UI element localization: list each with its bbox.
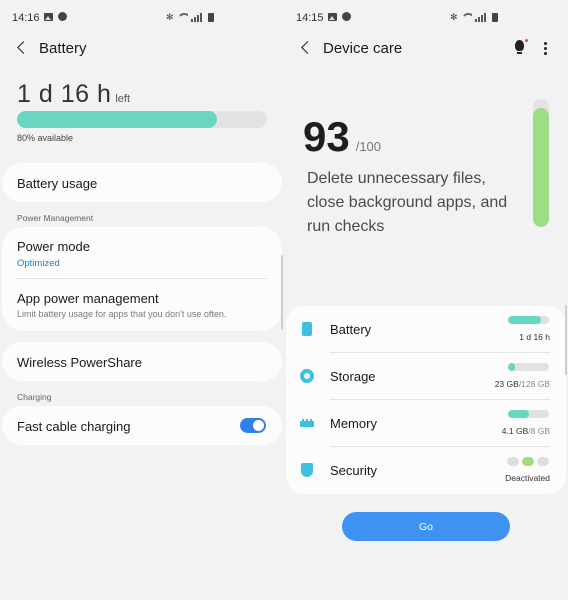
score-value: 93	[303, 113, 350, 160]
security-row-label: Security	[330, 463, 377, 478]
more-options-icon[interactable]	[535, 38, 555, 58]
battery-status-icon	[491, 13, 498, 22]
battery-icon	[302, 322, 312, 336]
storage-used: 23 GB	[494, 379, 519, 389]
fast-cable-charging-toggle[interactable]	[240, 418, 266, 433]
score-bar	[533, 99, 549, 227]
charging-header: Charging	[17, 392, 52, 402]
storage-row-bar	[508, 363, 549, 371]
battery-row-label: Battery	[330, 322, 372, 337]
storage-row-bar-fill	[508, 363, 516, 371]
memory-row-value: 4.1 GB/8 GB	[502, 426, 550, 436]
go-button[interactable]: Go	[342, 512, 510, 541]
storage-row[interactable]: Storage 23 GB/128 GB	[286, 353, 566, 400]
app-bar: Device care	[284, 38, 568, 60]
status-bar: 14:15 ✻	[296, 10, 556, 26]
toggle-knob	[253, 420, 264, 431]
battery-level-fill	[17, 111, 217, 128]
page-title: Battery	[39, 40, 87, 57]
page-title: Device care	[323, 40, 403, 57]
time-remaining: 1 d 16 h left	[17, 80, 130, 109]
wireless-powershare-item[interactable]: Wireless PowerShare	[17, 355, 267, 370]
scrollbar[interactable]	[565, 305, 567, 375]
divider	[17, 278, 267, 279]
notification-dot	[525, 39, 528, 42]
time-remaining-suffix: left	[115, 93, 131, 105]
wifi-icon	[460, 12, 472, 22]
gallery-notification-icon	[44, 12, 53, 21]
memory-row-bar	[508, 410, 549, 418]
app-power-management-label: App power management	[17, 291, 159, 306]
battery-row-bar	[508, 316, 549, 324]
storage-row-value: 23 GB/128 GB	[495, 379, 550, 389]
device-care-card: Battery 1 d 16 h Storage 23 GB/128 GB Me…	[286, 306, 566, 494]
wifi-icon	[176, 12, 188, 22]
signal-icon	[474, 13, 486, 22]
status-time: 14:15	[296, 12, 324, 24]
score-bar-fill	[533, 107, 549, 227]
power-mode-value: Optimized	[17, 258, 60, 269]
charging-card: Fast cable charging	[2, 406, 282, 445]
battery-status-icon	[207, 13, 214, 22]
storage-row-label: Storage	[330, 369, 376, 384]
power-management-card: Power mode Optimized App power managemen…	[2, 227, 282, 331]
device-care-screen: 14:15 ✻ Device care 93 /100 Delete unnec…	[284, 0, 568, 600]
app-notification-icon	[342, 12, 351, 21]
gallery-notification-icon	[328, 12, 337, 21]
back-arrow-icon[interactable]	[14, 38, 30, 58]
app-notification-icon	[58, 12, 67, 21]
wireless-powershare-label: Wireless PowerShare	[17, 355, 142, 370]
status-time: 14:16	[12, 12, 40, 24]
scrollbar[interactable]	[281, 255, 283, 330]
bluetooth-icon: ✻	[450, 12, 458, 22]
power-mode-label: Power mode	[17, 239, 90, 254]
fast-cable-charging-label: Fast cable charging	[17, 419, 131, 434]
battery-row-bar-fill	[508, 316, 541, 324]
optimize-description: Delete unnecessary files, close backgrou…	[307, 170, 508, 235]
fast-cable-charging-item[interactable]: Fast cable charging	[17, 419, 267, 434]
memory-row[interactable]: Memory 4.1 GB/8 GB	[286, 400, 566, 447]
battery-screen: 14:16 ✻ Battery 1 d 16 h left 80% availa…	[0, 0, 284, 600]
security-status-dot	[507, 457, 519, 466]
battery-usage-label: Battery usage	[17, 176, 98, 191]
score-max: /100	[355, 139, 382, 154]
battery-level-bar	[17, 111, 267, 128]
memory-total: /8 GB	[528, 426, 550, 436]
security-status-text: Deactivated	[505, 473, 550, 483]
time-remaining-value: 1 d 16 h	[17, 80, 112, 108]
wireless-powershare-card: Wireless PowerShare	[2, 342, 282, 381]
security-row-value: Deactivated	[505, 473, 550, 483]
app-power-management-item[interactable]: App power management Limit battery usage…	[17, 291, 267, 319]
memory-icon	[300, 419, 314, 427]
security-status-dot	[537, 457, 549, 466]
battery-usage-card: Battery usage	[2, 163, 282, 202]
bluetooth-icon: ✻	[166, 12, 174, 22]
battery-available-label: 80% available	[17, 133, 74, 143]
security-status-dots	[507, 457, 549, 466]
power-management-header: Power Management	[17, 213, 94, 223]
storage-total: /128 GB	[518, 379, 550, 389]
security-status-dot	[522, 457, 534, 466]
back-arrow-icon[interactable]	[298, 38, 314, 58]
battery-usage-item[interactable]: Battery usage	[17, 176, 267, 191]
app-power-management-description: Limit battery usage for apps that you do…	[17, 309, 227, 319]
battery-row[interactable]: Battery 1 d 16 h	[286, 306, 566, 353]
battery-row-value: 1 d 16 h	[519, 332, 550, 342]
security-row[interactable]: Security Deactivated	[286, 447, 566, 494]
memory-row-label: Memory	[330, 416, 377, 431]
status-bar: 14:16 ✻	[12, 10, 272, 26]
security-shield-icon	[301, 463, 313, 477]
memory-used: 4.1 GB	[501, 426, 529, 436]
signal-icon	[190, 13, 202, 22]
tips-lightbulb-icon[interactable]	[510, 38, 530, 58]
app-bar: Battery	[0, 38, 284, 60]
device-score: 93 /100	[303, 113, 381, 161]
power-mode-item[interactable]: Power mode Optimized	[17, 239, 267, 269]
battery-row-value-text: 1 d 16 h	[519, 332, 550, 342]
memory-row-bar-fill	[508, 410, 529, 418]
storage-icon	[300, 369, 314, 383]
